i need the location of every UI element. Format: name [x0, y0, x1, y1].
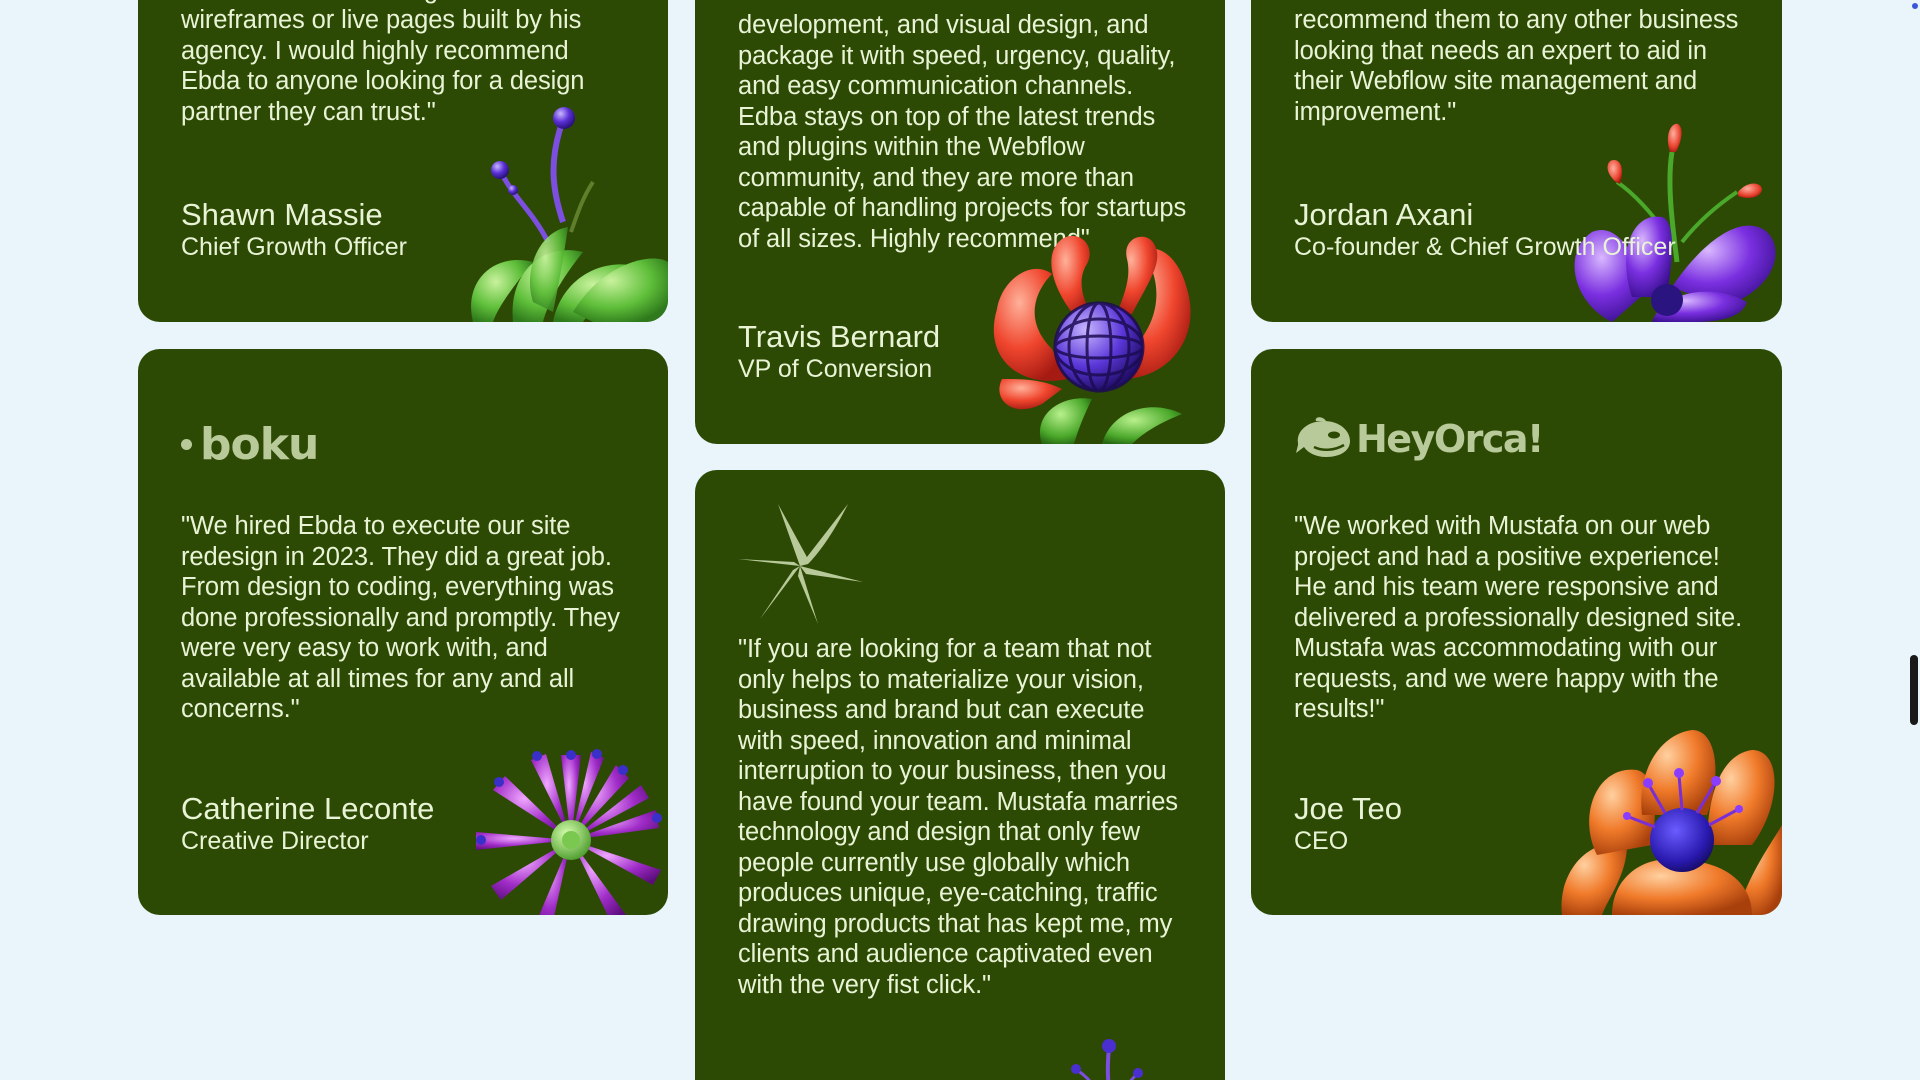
- testimonial-card-shawn-massie: delivers beautiful designs whether it's …: [138, 0, 668, 322]
- testimonial-quote: development, and visual design, and pack…: [738, 11, 1187, 253]
- logo-text: HeyOrca!: [1356, 417, 1544, 461]
- testimonial-author: Shawn Massie Chief Growth Officer: [181, 198, 407, 262]
- testimonial-card-catherine-leconte: boku "We hired Ebda to execute our site …: [138, 349, 668, 915]
- testimonial-author: Jordan Axani Co-founder & Chief Growth O…: [1294, 198, 1676, 262]
- star-burst-logo: [738, 504, 863, 624]
- author-role: Chief Growth Officer: [181, 233, 408, 261]
- testimonial-author: Catherine Leconte Creative Director: [181, 792, 434, 856]
- testimonial-quote: "We hired Ebda to execute our site redes…: [181, 512, 620, 723]
- testimonial-card-star-logo: "If you are looking for a team that not …: [695, 470, 1225, 1080]
- testimonial-author: Travis Bernard VP of Conversion: [738, 320, 940, 384]
- boku-logo: boku: [181, 419, 319, 470]
- sundew-flower-icon: [471, 107, 668, 322]
- testimonial-quote: know their stuff and I'd 100% recommend …: [1294, 0, 1739, 126]
- author-name: Catherine Leconte: [181, 791, 435, 826]
- corner-indicator: [1912, 3, 1918, 9]
- testimonial-author: Joe Teo CEO: [1294, 792, 1402, 856]
- orange-lotus-icon: [1561, 730, 1782, 915]
- author-name: Jordan Axani: [1294, 197, 1474, 232]
- author-role: Creative Director: [181, 827, 369, 855]
- testimonial-quote: "If you are looking for a team that not …: [738, 635, 1178, 999]
- testimonial-card-travis-bernard: development, and visual design, and pack…: [695, 0, 1225, 444]
- author-role: VP of Conversion: [738, 355, 933, 383]
- heyorca-whale-logo: [1296, 417, 1350, 457]
- scrollbar-thumb[interactable]: [1910, 655, 1918, 725]
- author-name: Joe Teo: [1294, 791, 1403, 826]
- testimonial-card-joe-teo: HeyOrca! "We worked with Mustafa on our …: [1251, 349, 1782, 915]
- purple-aster-icon: [476, 749, 662, 915]
- heyorca-logo: HeyOrca!: [1294, 417, 1544, 461]
- sundew-flower-icon: [1071, 1039, 1143, 1080]
- author-name: Travis Bernard: [738, 319, 941, 354]
- logo-text: boku: [200, 419, 319, 470]
- coral-flower-icon: [993, 235, 1191, 444]
- logo-dot: [181, 439, 192, 450]
- author-role: Co-founder & Chief Growth Officer: [1294, 233, 1676, 261]
- testimonial-card-jordan-axani: know their stuff and I'd 100% recommend …: [1251, 0, 1782, 322]
- author-name: Shawn Massie: [181, 197, 383, 232]
- author-role: CEO: [1294, 827, 1349, 855]
- testimonial-quote: "We worked with Mustafa on our web proje…: [1294, 512, 1743, 723]
